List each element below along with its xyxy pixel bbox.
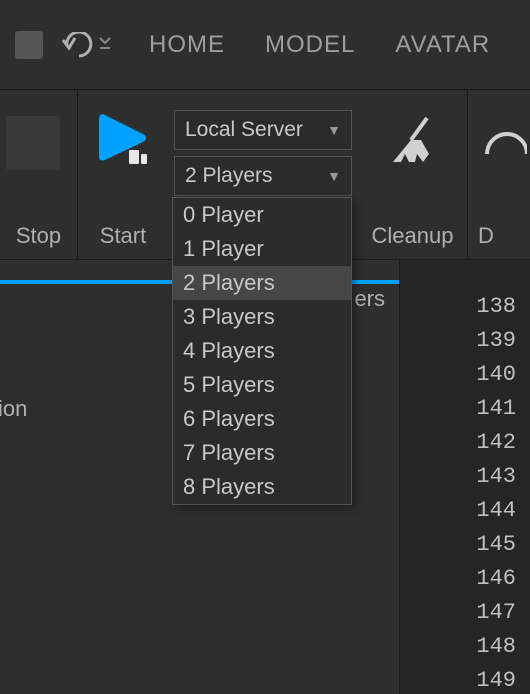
- ribbon-group-stop: Stop: [0, 90, 78, 259]
- chevron-down-icon: ▼: [327, 168, 341, 184]
- stop-label: Stop: [0, 223, 77, 249]
- players-combo[interactable]: 2 Players ▼: [174, 156, 352, 196]
- broom-icon[interactable]: [387, 110, 439, 166]
- tab-model[interactable]: MODEL: [265, 31, 355, 59]
- players-option[interactable]: 1 Player: [173, 232, 351, 266]
- undo-icon: [61, 32, 95, 58]
- undo-dropdown-icon[interactable]: [99, 35, 111, 55]
- ribbon-group-cleanup: Cleanup: [358, 90, 468, 259]
- line-number: 146: [400, 562, 516, 596]
- players-option[interactable]: 0 Player: [173, 198, 351, 232]
- line-number: 145: [400, 528, 516, 562]
- line-number: 142: [400, 426, 516, 460]
- server-combo-value: Local Server: [185, 118, 303, 142]
- line-number: 139: [400, 324, 516, 358]
- line-number: 138: [400, 290, 516, 324]
- line-number: 140: [400, 358, 516, 392]
- line-number: 147: [400, 596, 516, 630]
- players-option[interactable]: 5 Players: [173, 368, 351, 402]
- line-number: 144: [400, 494, 516, 528]
- ribbon-group-start: Start: [78, 90, 168, 259]
- line-number: 143: [400, 460, 516, 494]
- players-option[interactable]: 3 Players: [173, 300, 351, 334]
- cleanup-label: Cleanup: [358, 223, 467, 249]
- line-number: 149: [400, 664, 516, 694]
- ribbon-group-truncated: D: [468, 90, 530, 259]
- players-combo-value: 2 Players: [185, 164, 273, 188]
- players-option[interactable]: 7 Players: [173, 436, 351, 470]
- play-icon[interactable]: [95, 110, 151, 166]
- arc-icon[interactable]: [483, 110, 527, 158]
- truncated-label: D: [478, 223, 494, 249]
- top-bar: HOME MODEL AVATAR: [0, 0, 530, 90]
- line-number: 141: [400, 392, 516, 426]
- players-dropdown-menu[interactable]: 0 Player1 Player2 Players3 Players4 Play…: [172, 197, 352, 505]
- players-option[interactable]: 2 Players: [173, 266, 351, 300]
- server-combo[interactable]: Local Server ▼: [174, 110, 352, 150]
- players-option[interactable]: 4 Players: [173, 334, 351, 368]
- panel-label-truncated: ers: [354, 286, 385, 312]
- players-option[interactable]: 8 Players: [173, 470, 351, 504]
- panel-text-truncated: ion: [0, 396, 27, 422]
- players-option[interactable]: 6 Players: [173, 402, 351, 436]
- tab-avatar[interactable]: AVATAR: [395, 31, 490, 59]
- square-button[interactable]: [15, 31, 43, 59]
- undo-control[interactable]: [61, 32, 111, 58]
- tab-home[interactable]: HOME: [149, 31, 225, 59]
- chevron-down-icon: ▼: [327, 122, 341, 138]
- line-number: 148: [400, 630, 516, 664]
- line-number-gutter: 138139140141142143144145146147148149: [400, 260, 530, 694]
- tab-strip: HOME MODEL AVATAR: [149, 31, 490, 59]
- start-label: Start: [78, 223, 168, 249]
- stop-button[interactable]: [6, 116, 60, 170]
